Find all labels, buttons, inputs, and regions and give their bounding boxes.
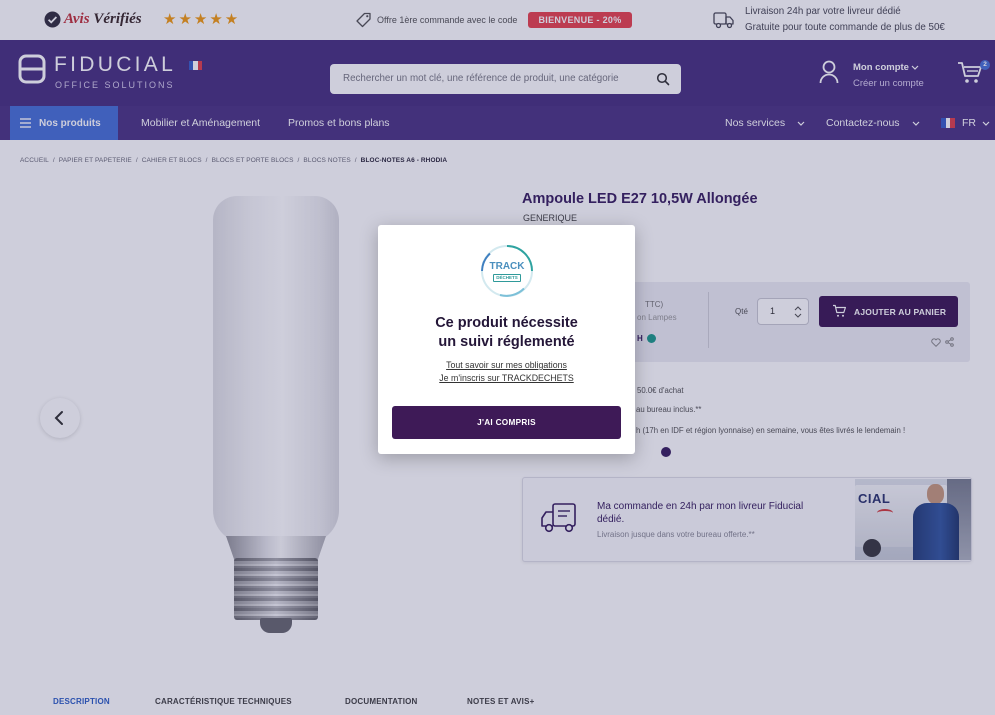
understood-button-label: J'AI COMPRIS bbox=[477, 418, 536, 427]
product-page: Avis Vérifiés ★★★★★ Offre 1ère commande … bbox=[0, 0, 995, 715]
understood-button[interactable]: J'AI COMPRIS bbox=[392, 406, 621, 439]
modal-heading-line2: un suivi réglementé bbox=[438, 334, 575, 350]
logo-text-dechets: DÉCHETS bbox=[493, 274, 521, 282]
logo-text-track: TRACK bbox=[489, 261, 525, 272]
obligations-link[interactable]: Tout savoir sur mes obligations bbox=[378, 360, 635, 371]
modal-heading-line1: Ce produit nécessite bbox=[435, 315, 578, 331]
trackdechets-logo: TRACK DÉCHETS bbox=[480, 244, 534, 298]
regulated-product-modal: TRACK DÉCHETS Ce produit nécessite un su… bbox=[378, 225, 635, 454]
trackdechets-signup-link[interactable]: Je m'inscris sur TRACKDECHETS bbox=[378, 373, 635, 384]
